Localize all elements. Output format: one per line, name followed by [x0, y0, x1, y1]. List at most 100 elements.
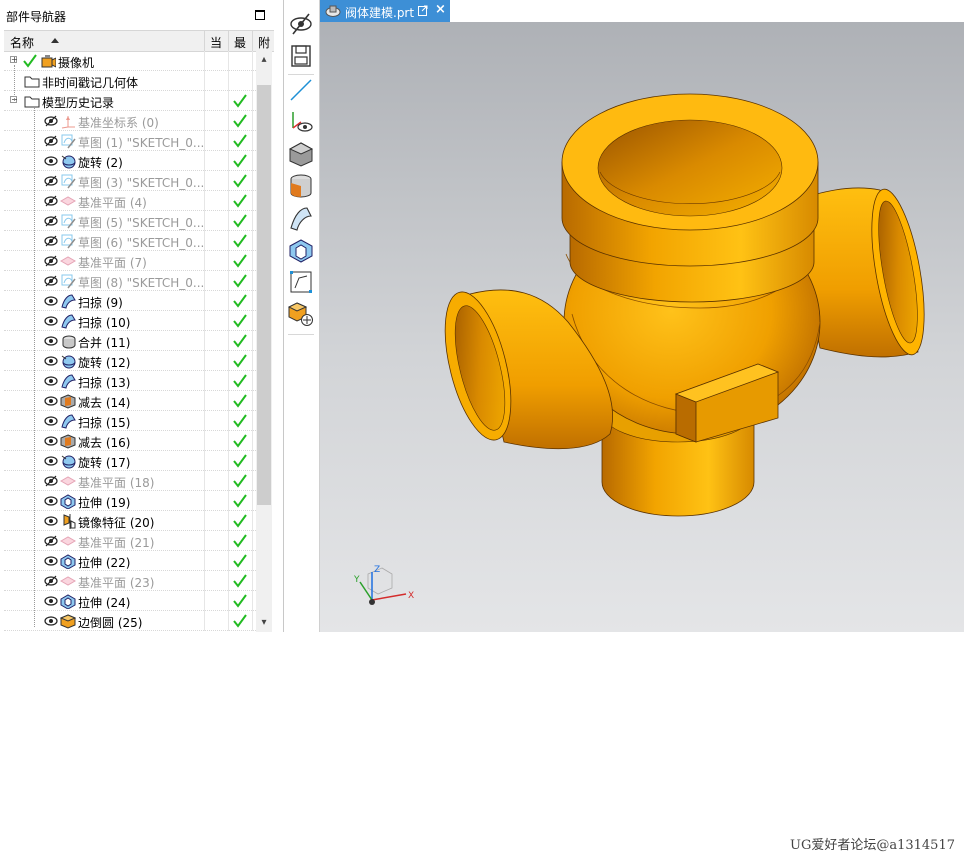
tree-row[interactable]: 镜像特征 (20)	[4, 511, 256, 531]
tree-row[interactable]: 草图 (5) "SKETCH_0...	[4, 211, 256, 231]
maximize-icon[interactable]	[255, 10, 265, 20]
tree-row[interactable]: 合并 (11)	[4, 331, 256, 351]
tree-row-label: 拉伸 (22)	[78, 556, 131, 570]
scroll-up-icon[interactable]: ▴	[256, 51, 272, 69]
eye-icon[interactable]	[44, 455, 58, 467]
view-triad[interactable]: X Z Y	[348, 562, 418, 612]
expand-icon[interactable]: +	[10, 56, 18, 64]
show-datum-icon[interactable]	[287, 108, 315, 136]
popout-icon[interactable]	[418, 5, 428, 16]
tree-row[interactable]: 扫掠 (9)	[4, 291, 256, 311]
hidden-eye-icon[interactable]	[44, 215, 58, 227]
eye-icon[interactable]	[44, 335, 58, 347]
hidden-eye-icon[interactable]	[44, 115, 58, 127]
hidden-eye-icon[interactable]	[44, 235, 58, 247]
save-icon[interactable]	[287, 42, 315, 70]
eye-icon[interactable]	[44, 395, 58, 407]
tree-row[interactable]: 减去 (16)	[4, 431, 256, 451]
hide-icon[interactable]	[287, 10, 315, 38]
sweep-icon	[61, 294, 76, 309]
revolve-icon	[61, 455, 76, 469]
tree-row[interactable]: 草图 (3) "SKETCH_0...	[4, 171, 256, 191]
eye-icon[interactable]	[44, 355, 58, 367]
eye-icon[interactable]	[44, 375, 58, 387]
latest-check-icon	[233, 474, 247, 488]
scroll-down-icon[interactable]: ▾	[256, 614, 272, 632]
latest-check-icon	[233, 534, 247, 548]
eye-icon[interactable]	[44, 155, 58, 167]
eye-icon[interactable]	[44, 495, 58, 507]
hidden-eye-icon[interactable]	[44, 535, 58, 547]
tree-row[interactable]: 基准平面 (4)	[4, 191, 256, 211]
graphics-window[interactable]: X Z Y	[320, 22, 964, 632]
tree-row[interactable]: 旋转 (17)	[4, 451, 256, 471]
hidden-eye-icon[interactable]	[44, 175, 58, 187]
column-latest[interactable]: 最	[234, 34, 246, 51]
tree-row-label: 旋转 (17)	[78, 456, 131, 470]
eye-icon[interactable]	[44, 295, 58, 307]
sweep-surface-icon[interactable]	[287, 204, 315, 232]
hidden-eye-icon[interactable]	[44, 195, 58, 207]
tree-row[interactable]: 基准平面 (18)	[4, 471, 256, 491]
feature-tree: + 摄像机 非时间戳记几何体 − 模型历史记录 基准坐标系 (0) 草图 (1) "SKET…	[4, 51, 256, 632]
tree-row[interactable]: 拉伸 (19)	[4, 491, 256, 511]
triad-x-label: X	[408, 591, 414, 601]
tree-row[interactable]: 旋转 (2)	[4, 151, 256, 171]
eye-icon[interactable]	[44, 555, 58, 567]
tree-row[interactable]: − 模型历史记录	[4, 91, 256, 111]
blend-icon	[60, 614, 76, 629]
tree-row[interactable]: 边倒圆 (25)	[4, 611, 256, 631]
eye-icon[interactable]	[44, 515, 58, 527]
cube-icon[interactable]	[287, 140, 315, 168]
fit-icon[interactable]	[287, 268, 315, 296]
eye-icon[interactable]	[44, 315, 58, 327]
document-tabbar: 阀体建模.prt ×	[320, 0, 964, 23]
eye-icon[interactable]	[44, 615, 58, 627]
tree-row-label: 模型历史记录	[42, 96, 115, 110]
tree-row[interactable]: 扫掠 (13)	[4, 371, 256, 391]
close-icon[interactable]: ×	[435, 2, 446, 17]
column-current[interactable]: 当	[210, 34, 222, 51]
extrude-icon[interactable]	[287, 236, 315, 264]
hidden-eye-icon[interactable]	[44, 135, 58, 147]
tree-row[interactable]: 基准平面 (7)	[4, 251, 256, 271]
tree-row[interactable]: 减去 (14)	[4, 391, 256, 411]
valve-body-model[interactable]	[320, 22, 964, 632]
tree-row[interactable]: + 摄像机	[4, 51, 256, 71]
tree-row-label: 草图 (5) "SKETCH_0...	[78, 216, 205, 230]
tree-row[interactable]: 扫掠 (15)	[4, 411, 256, 431]
line-icon[interactable]	[287, 76, 315, 104]
tree-row[interactable]: 拉伸 (22)	[4, 551, 256, 571]
check-icon[interactable]	[22, 53, 38, 69]
tree-row[interactable]: 拉伸 (24)	[4, 591, 256, 611]
navigator-scrollbar[interactable]: ▴ ▾	[256, 51, 272, 632]
folder-icon	[24, 96, 40, 108]
tree-row[interactable]: 草图 (1) "SKETCH_0...	[4, 131, 256, 151]
part-file-icon	[325, 4, 341, 18]
hidden-eye-icon[interactable]	[44, 475, 58, 487]
tree-row[interactable]: 旋转 (12)	[4, 351, 256, 371]
hidden-eye-icon[interactable]	[44, 275, 58, 287]
plane-icon	[60, 576, 76, 586]
hidden-eye-icon[interactable]	[44, 255, 58, 267]
eye-icon[interactable]	[44, 415, 58, 427]
tree-row[interactable]: 基准平面 (21)	[4, 531, 256, 551]
add-body-icon[interactable]	[287, 300, 315, 328]
column-name[interactable]: 名称	[10, 34, 34, 51]
eye-icon[interactable]	[44, 435, 58, 447]
tree-row[interactable]: 草图 (8) "SKETCH_0...	[4, 271, 256, 291]
eye-icon[interactable]	[44, 595, 58, 607]
tree-row[interactable]: 基准平面 (23)	[4, 571, 256, 591]
tree-row[interactable]: 草图 (6) "SKETCH_0...	[4, 231, 256, 251]
tree-row[interactable]: 非时间戳记几何体	[4, 71, 256, 91]
tree-row-label: 基准平面 (7)	[78, 256, 147, 270]
scroll-thumb[interactable]	[257, 85, 271, 505]
sectioned-cube-icon[interactable]	[287, 172, 315, 200]
hidden-eye-icon[interactable]	[44, 575, 58, 587]
tree-row[interactable]: 基准坐标系 (0)	[4, 111, 256, 131]
latest-check-icon	[233, 454, 247, 468]
tree-row-label: 摄像机	[58, 56, 95, 70]
column-attached[interactable]: 附	[258, 34, 270, 51]
tab-part-file[interactable]: 阀体建模.prt ×	[320, 0, 450, 22]
tree-row[interactable]: 扫掠 (10)	[4, 311, 256, 331]
